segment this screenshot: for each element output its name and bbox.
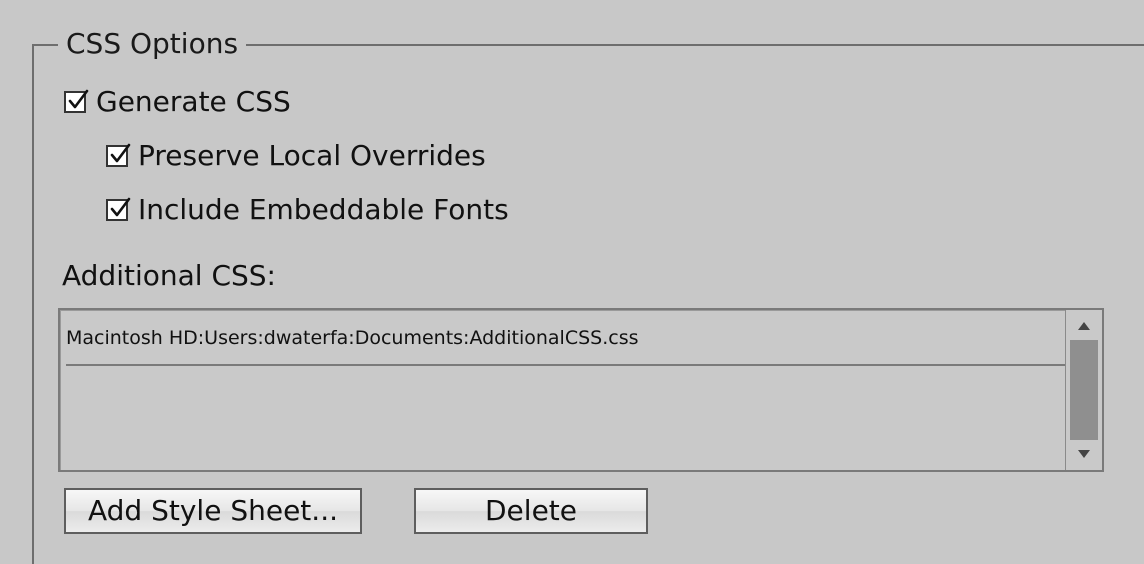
triangle-up-icon xyxy=(1078,322,1090,330)
additional-css-label: Additional CSS: xyxy=(62,259,276,292)
add-style-sheet-button[interactable]: Add Style Sheet... xyxy=(64,488,362,534)
preserve-overrides-label: Preserve Local Overrides xyxy=(138,139,486,172)
css-options-group xyxy=(32,44,1144,564)
generate-css-option[interactable]: Generate CSS xyxy=(64,82,291,122)
include-fonts-option[interactable]: Include Embeddable Fonts xyxy=(106,190,509,230)
scroll-down-button[interactable] xyxy=(1066,440,1102,468)
preserve-overrides-checkbox[interactable] xyxy=(106,143,131,167)
css-options-panel: CSS Options Generate CSS Preserve Local … xyxy=(0,0,1144,564)
include-fonts-label: Include Embeddable Fonts xyxy=(138,193,509,226)
triangle-down-icon xyxy=(1078,450,1090,458)
delete-button[interactable]: Delete xyxy=(414,488,648,534)
scroll-track[interactable] xyxy=(1070,340,1098,440)
group-legend: CSS Options xyxy=(58,24,247,64)
additional-css-list[interactable]: Macintosh HD:Users:dwaterfa:Documents:Ad… xyxy=(58,308,1104,472)
checkmark-icon xyxy=(110,197,131,217)
include-fonts-checkbox[interactable] xyxy=(106,197,131,221)
generate-css-label: Generate CSS xyxy=(96,85,291,118)
generate-css-checkbox[interactable] xyxy=(64,89,89,113)
scroll-up-button[interactable] xyxy=(1066,312,1102,340)
list-item[interactable]: Macintosh HD:Users:dwaterfa:Documents:Ad… xyxy=(66,322,1066,366)
list-scrollbar[interactable] xyxy=(1065,310,1102,470)
preserve-overrides-option[interactable]: Preserve Local Overrides xyxy=(106,136,486,176)
checkmark-icon xyxy=(68,89,89,109)
checkmark-icon xyxy=(110,143,131,163)
